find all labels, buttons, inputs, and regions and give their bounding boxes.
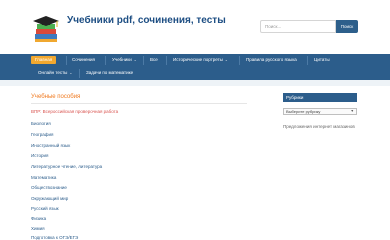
nav-separator <box>307 56 308 65</box>
chevron-down-icon: ⌄ <box>69 71 73 75</box>
category-link[interactable]: Химия <box>31 226 45 231</box>
nav-item-all[interactable]: Все <box>150 56 158 64</box>
search-form: Поиск <box>260 20 358 33</box>
nav-separator <box>66 56 67 65</box>
category-link[interactable]: Литературное чтение, литература <box>31 164 102 169</box>
content-band <box>0 80 390 86</box>
category-link[interactable]: Окружающий мир <box>31 196 68 201</box>
category-link[interactable]: История <box>31 153 48 158</box>
page-title: Учебные пособия <box>31 94 81 100</box>
category-link[interactable]: Иностранный язык <box>31 143 70 148</box>
nav-separator <box>143 56 144 65</box>
title-divider <box>31 103 247 104</box>
category-link[interactable]: Физика <box>31 216 46 221</box>
search-input[interactable] <box>260 20 336 33</box>
books-logo-icon[interactable] <box>31 14 61 44</box>
site-title[interactable]: Учебники pdf, сочинения, тесты <box>67 15 226 26</box>
nav-item-portraits[interactable]: Исторические портреты ⌄ <box>173 56 228 64</box>
nav-separator <box>166 56 167 65</box>
nav-item-rules[interactable]: Правила русского языка <box>246 56 297 64</box>
category-link[interactable]: География <box>31 132 53 137</box>
category-link[interactable]: Биология <box>31 121 51 126</box>
sidebar-widget-title: Рубрики <box>283 93 357 102</box>
chevron-down-icon: ⌄ <box>133 58 137 62</box>
category-select[interactable]: Выберите рубрику ▼ <box>283 108 357 115</box>
nav-item-textbooks[interactable]: Учебники ⌄ <box>112 56 137 64</box>
nav-separator <box>105 56 106 65</box>
search-button[interactable]: Поиск <box>336 20 358 33</box>
main-nav: Главная Сочинения Учебники ⌄ Все Историче… <box>0 54 390 80</box>
chevron-down-icon: ⌄ <box>224 58 228 62</box>
nav-item-quotes[interactable]: Цитаты <box>314 56 330 64</box>
nav-item-online-tests[interactable]: Онлайн тесты ⌄ <box>38 69 72 77</box>
category-link[interactable]: ВПР: Всероссийская проверочная работа <box>31 109 118 114</box>
chevron-down-icon: ▼ <box>350 109 354 113</box>
nav-item-essays[interactable]: Сочинения <box>72 56 95 64</box>
category-link[interactable]: Русский язык <box>31 206 59 211</box>
category-link[interactable]: Математика <box>31 175 56 180</box>
site-header: Учебники pdf, сочинения, тесты Поиск <box>0 0 390 54</box>
category-link[interactable]: Обществознание <box>31 185 67 190</box>
nav-item-home[interactable]: Главная <box>31 56 57 64</box>
nav-separator <box>79 69 80 78</box>
sidebar-link[interactable]: Предложения интернет магазинов <box>283 124 355 129</box>
nav-separator <box>239 56 240 65</box>
nav-item-math-tasks[interactable]: Задачи по математике <box>86 69 133 77</box>
category-link[interactable]: Подготовка к ОГЭ/ЕГЭ <box>31 235 78 240</box>
